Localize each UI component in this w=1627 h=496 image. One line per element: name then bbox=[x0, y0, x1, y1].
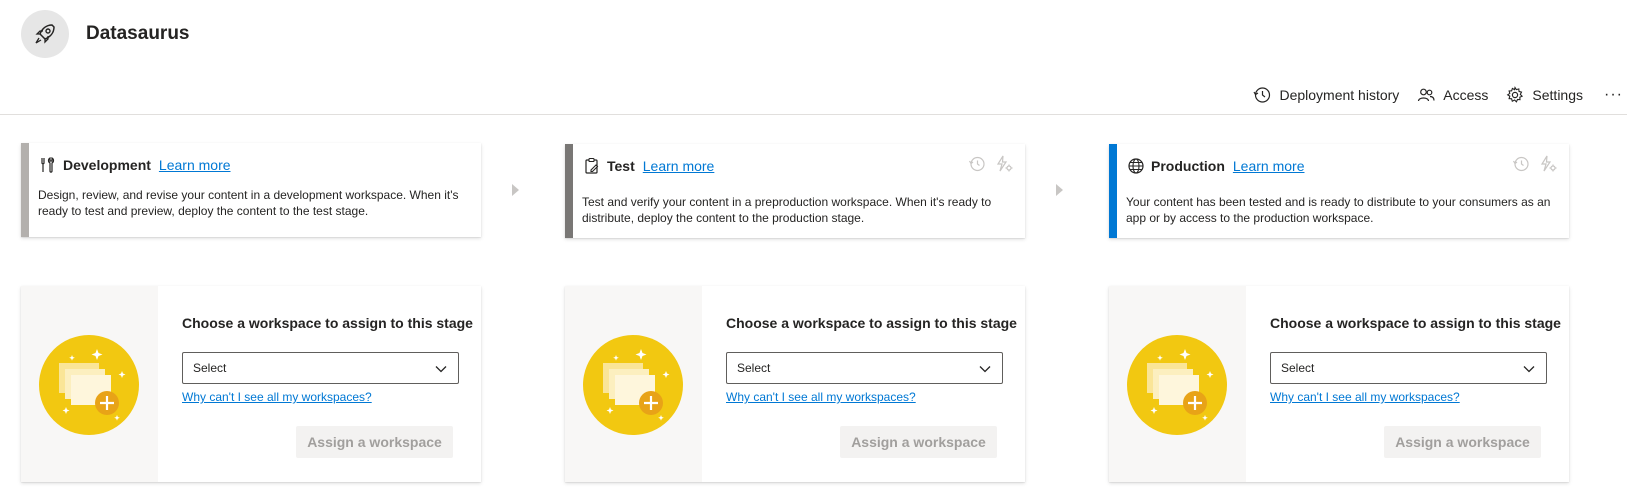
history-icon[interactable] bbox=[967, 154, 987, 174]
stage-name: Development bbox=[63, 157, 151, 173]
assign-workspace-button[interactable]: Assign a workspace bbox=[1384, 426, 1541, 458]
deployment-rules-icon[interactable] bbox=[995, 154, 1015, 174]
workspace-select[interactable]: Select bbox=[726, 352, 1003, 384]
stage-name: Test bbox=[607, 158, 635, 174]
workspace-illustration-icon bbox=[39, 335, 139, 435]
chevron-down-icon bbox=[1523, 366, 1535, 373]
illustration-panel bbox=[21, 286, 158, 482]
why-workspaces-link[interactable]: Why can't I see all my workspaces? bbox=[182, 390, 372, 404]
illustration-panel bbox=[565, 286, 702, 482]
settings-label: Settings bbox=[1532, 87, 1584, 103]
deployment-rules-icon[interactable] bbox=[1539, 154, 1559, 174]
stage-name: Production bbox=[1151, 158, 1225, 174]
stage-title-row: Test Learn more bbox=[583, 154, 714, 178]
workspace-illustration-icon bbox=[583, 335, 683, 435]
learn-more-link[interactable]: Learn more bbox=[1233, 158, 1305, 174]
assign-workspace-card-production: Choose a workspace to assign to this sta… bbox=[1109, 286, 1569, 482]
stage-card-test: Test Learn more Test and verify your con… bbox=[565, 144, 1025, 238]
globe-icon bbox=[1128, 158, 1144, 174]
stage-actions bbox=[967, 154, 1015, 174]
stage-description: Design, review, and revise your content … bbox=[38, 188, 459, 218]
toolbar: Deployment history Access Settings ··· bbox=[1244, 80, 1627, 110]
app-header: Datasaurus bbox=[0, 0, 1627, 70]
chevron-down-icon bbox=[979, 366, 991, 373]
stage-accent bbox=[21, 143, 29, 237]
stage-arrow-icon bbox=[1056, 184, 1063, 196]
learn-more-link[interactable]: Learn more bbox=[159, 157, 231, 173]
assign-workspace-card-development: Choose a workspace to assign to this sta… bbox=[21, 286, 481, 482]
stage-description: Your content has been tested and is read… bbox=[1126, 195, 1551, 225]
assign-title: Choose a workspace to assign to this sta… bbox=[1270, 315, 1561, 331]
access-button[interactable]: Access bbox=[1408, 80, 1497, 110]
assign-workspace-card-test: Choose a workspace to assign to this sta… bbox=[565, 286, 1025, 482]
stage-title-row: Production Learn more bbox=[1127, 154, 1304, 178]
gear-icon bbox=[1507, 86, 1524, 103]
stage-card-production: Production Learn more Your content has b… bbox=[1109, 144, 1569, 238]
why-workspaces-link[interactable]: Why can't I see all my workspaces? bbox=[1270, 390, 1460, 404]
workspace-select[interactable]: Select bbox=[1270, 352, 1547, 384]
stage-actions bbox=[1511, 154, 1559, 174]
rocket-icon bbox=[21, 10, 69, 58]
workspace-select-value: Select bbox=[1281, 361, 1315, 375]
assign-workspace-button[interactable]: Assign a workspace bbox=[296, 426, 453, 458]
stage-accent bbox=[1109, 144, 1117, 238]
more-options-button[interactable]: ··· bbox=[1592, 80, 1627, 110]
wrench-icon bbox=[41, 157, 55, 173]
app-title: Datasaurus bbox=[86, 23, 190, 44]
stage-description: Test and verify your content in a prepro… bbox=[582, 195, 992, 225]
assign-workspace-button[interactable]: Assign a workspace bbox=[840, 426, 997, 458]
assign-title: Choose a workspace to assign to this sta… bbox=[726, 315, 1017, 331]
learn-more-link[interactable]: Learn more bbox=[643, 158, 715, 174]
deployment-history-button[interactable]: Deployment history bbox=[1244, 80, 1408, 110]
header-divider bbox=[0, 114, 1627, 115]
stage-arrow-icon bbox=[512, 184, 519, 196]
settings-button[interactable]: Settings bbox=[1497, 80, 1592, 110]
workspace-select-value: Select bbox=[193, 361, 227, 375]
deployment-history-label: Deployment history bbox=[1279, 87, 1400, 103]
workspace-select-value: Select bbox=[737, 361, 771, 375]
clipboard-icon bbox=[585, 157, 599, 174]
why-workspaces-link[interactable]: Why can't I see all my workspaces? bbox=[726, 390, 916, 404]
stage-card-development: Development Learn more Design, review, a… bbox=[21, 143, 481, 237]
illustration-panel bbox=[1109, 286, 1246, 482]
workspace-illustration-icon bbox=[1127, 335, 1227, 435]
history-icon bbox=[1253, 87, 1271, 103]
people-icon bbox=[1418, 88, 1435, 102]
chevron-down-icon bbox=[435, 366, 447, 373]
access-label: Access bbox=[1443, 87, 1489, 103]
assign-title: Choose a workspace to assign to this sta… bbox=[182, 315, 473, 331]
stage-accent bbox=[565, 144, 573, 238]
workspace-select[interactable]: Select bbox=[182, 352, 459, 384]
history-icon[interactable] bbox=[1511, 154, 1531, 174]
stage-title-row: Development Learn more bbox=[39, 153, 231, 177]
